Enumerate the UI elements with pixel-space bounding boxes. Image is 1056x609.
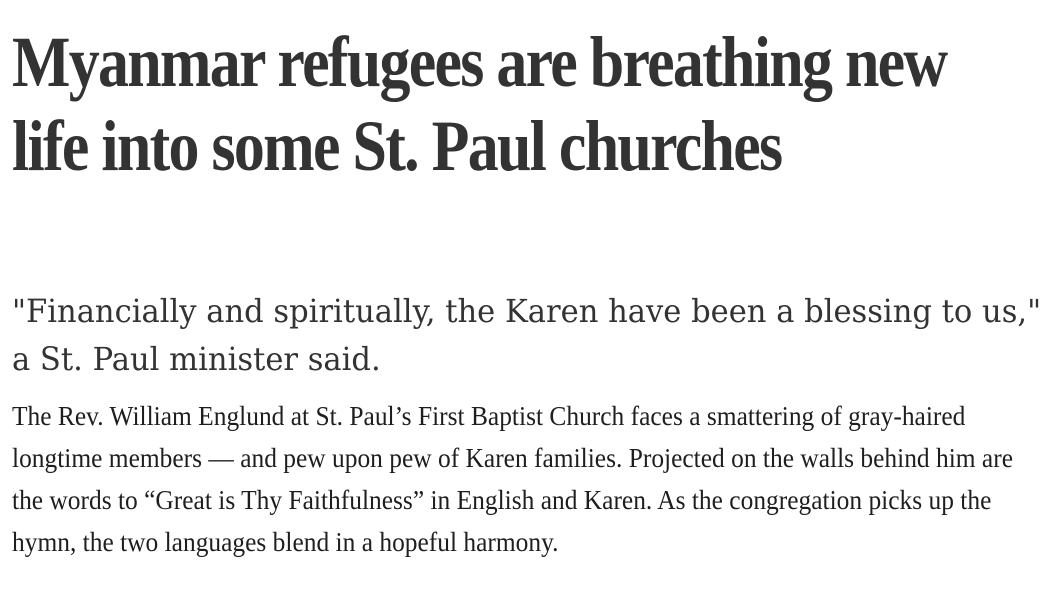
- article-subheadline: "Financially and spiritually, the Karen …: [12, 292, 1042, 378]
- article: Myanmar refugees are breathing new life …: [12, 0, 1052, 557]
- article-body-paragraph: The Rev. William Englund at St. Paul’s F…: [12, 400, 1013, 557]
- article-headline: Myanmar refugees are breathing new life …: [12, 22, 948, 186]
